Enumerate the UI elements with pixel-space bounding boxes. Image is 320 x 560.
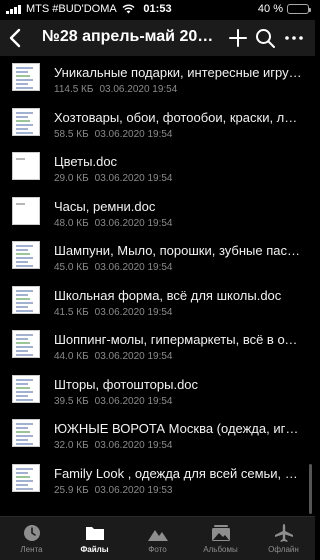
document-thumbnail-icon — [12, 330, 40, 358]
file-name: Шоппинг-молы, гипермаркеты, всё в одном.… — [54, 332, 304, 347]
navigation-bar: №28 апрель-май 2020... — [0, 20, 315, 56]
file-date: 03.06.2020 19:54 — [94, 128, 173, 140]
file-meta: 58.5 КБ 03.06.2020 19:54 — [54, 129, 173, 140]
file-meta: 48.0 КБ 03.06.2020 19:54 — [54, 218, 173, 229]
file-meta: 25.9 КБ 03.06.2020 19:53 — [54, 485, 173, 496]
file-date: 03.06.2020 19:54 — [94, 395, 173, 407]
file-name: Хозтовары, обои, фотообои, краски, люстр… — [54, 109, 304, 125]
file-date: 03.06.2020 19:54 — [94, 262, 173, 273]
file-row[interactable]: Хозтовары, обои, фотообои, краски, люстр… — [0, 101, 315, 146]
add-plus-icon[interactable] — [226, 26, 250, 50]
folder-title: №28 апрель-май 2020... — [42, 28, 222, 45]
search-icon[interactable] — [253, 26, 277, 50]
file-date: 03.06.2020 19:54 — [94, 173, 173, 184]
battery-icon — [287, 4, 311, 14]
document-thumbnail-icon — [12, 152, 40, 180]
file-row[interactable]: Цветы.doc 29.0 КБ 03.06.2020 19:54 — [0, 145, 315, 190]
file-date: 03.06.2020 19:53 — [94, 484, 173, 496]
tab-albums[interactable]: Альбомы — [189, 517, 252, 560]
file-size: 41.5 КБ — [54, 306, 89, 318]
file-name: Family Look , одежда для всей семьи, жен… — [54, 465, 304, 481]
tab-label: Фото — [148, 545, 167, 554]
file-row[interactable]: ЮЖНЫЕ ВОРОТА Москва (одежда, игрушки).do… — [0, 412, 315, 457]
file-size: 44.0 КБ — [54, 351, 89, 362]
file-date: 03.06.2020 19:54 — [94, 306, 173, 318]
file-date: 03.06.2020 19:54 — [94, 217, 173, 229]
file-name: Уникальные подарки, интересные игрушки.d… — [54, 65, 304, 80]
more-options-icon[interactable] — [282, 26, 306, 50]
tab-label: Лента — [20, 545, 43, 554]
tab-label: Альбомы — [203, 545, 238, 554]
file-size: 39.5 КБ — [54, 395, 89, 407]
file-meta: 29.0 КБ 03.06.2020 19:54 — [54, 173, 173, 184]
file-row[interactable]: Family Look , одежда для всей семьи, жен… — [0, 457, 315, 502]
file-name: Школьная форма, всё для школы.doc — [54, 287, 282, 303]
tab-clock[interactable]: Лента — [0, 517, 63, 560]
file-meta: 44.0 КБ 03.06.2020 19:54 — [54, 351, 173, 362]
file-row[interactable]: Школьная форма, всё для школы.doc 41.5 КБ… — [0, 279, 315, 324]
folder-icon — [85, 527, 104, 540]
file-meta: 39.5 КБ 03.06.2020 19:54 — [54, 396, 173, 407]
scrollbar[interactable] — [309, 464, 312, 514]
file-row[interactable]: Часы, ремни.doc 48.0 КБ 03.06.2020 19:54 — [0, 190, 315, 235]
file-row[interactable]: Шторы, фотошторы.doc 39.5 КБ 03.06.2020 19… — [0, 368, 315, 413]
file-name: Шторы, фотошторы.doc — [54, 376, 199, 392]
back-chevron-icon[interactable] — [4, 26, 28, 50]
file-row[interactable]: Шампуни, Мыло, порошки, зубные пасты.doc… — [0, 234, 315, 279]
file-size: 58.5 КБ — [54, 128, 89, 140]
document-thumbnail-icon — [12, 107, 40, 136]
tab-label: Файлы — [80, 545, 109, 554]
file-meta: 41.5 КБ 03.06.2020 19:54 — [54, 307, 173, 318]
document-thumbnail-icon — [12, 63, 40, 91]
file-date: 03.06.2020 19:54 — [99, 84, 178, 95]
file-size: 29.0 КБ — [54, 173, 89, 184]
document-thumbnail-icon — [12, 419, 40, 447]
file-name: Часы, ремни.doc — [54, 198, 156, 214]
file-name: ЮЖНЫЕ ВОРОТА Москва (одежда, игрушки).do… — [54, 421, 304, 436]
file-size: 32.0 КБ — [54, 440, 89, 451]
tab-label: Офлайн — [268, 545, 299, 554]
file-row[interactable]: Уникальные подарки, интересные игрушки.d… — [0, 56, 315, 101]
airplane-icon — [274, 524, 293, 542]
battery-group: 40 % — [257, 3, 311, 15]
file-meta: 114.5 КБ 03.06.2020 19:54 — [54, 84, 177, 95]
file-date: 03.06.2020 19:54 — [94, 351, 173, 362]
document-thumbnail-icon — [12, 463, 40, 492]
document-thumbnail-icon — [12, 241, 40, 269]
document-thumbnail-icon — [12, 196, 40, 225]
status-bar: MTS #BUD'DOMA 01:53 40 % — [0, 0, 315, 20]
file-size: 48.0 КБ — [54, 217, 89, 229]
tab-airplane[interactable]: Офлайн — [252, 517, 315, 560]
file-meta: 32.0 КБ 03.06.2020 19:54 — [54, 440, 173, 451]
file-date: 03.06.2020 19:54 — [94, 440, 173, 451]
tab-mountain[interactable]: Фото — [126, 517, 189, 560]
document-thumbnail-icon — [12, 374, 40, 403]
file-name: Цветы.doc — [54, 154, 118, 169]
file-size: 45.0 КБ — [54, 262, 89, 273]
file-row[interactable]: Шоппинг-молы, гипермаркеты, всё в одном.… — [0, 323, 315, 368]
albums-icon — [211, 525, 230, 541]
clock-icon — [23, 525, 40, 541]
file-size: 25.9 КБ — [54, 484, 89, 496]
mountain-icon — [147, 530, 168, 541]
document-thumbnail-icon — [12, 285, 40, 314]
file-size: 114.5 КБ — [54, 84, 94, 95]
file-list[interactable]: Уникальные подарки, интересные игрушки.d… — [0, 56, 315, 516]
tab-folder[interactable]: Файлы — [63, 517, 126, 560]
file-meta: 45.0 КБ 03.06.2020 19:54 — [54, 262, 173, 273]
file-name: Шампуни, Мыло, порошки, зубные пасты.doc — [54, 243, 304, 258]
tab-bar: Лента Файлы Фото Альбомы Офлайн — [0, 516, 315, 560]
battery-percent: 40 % — [257, 3, 283, 15]
